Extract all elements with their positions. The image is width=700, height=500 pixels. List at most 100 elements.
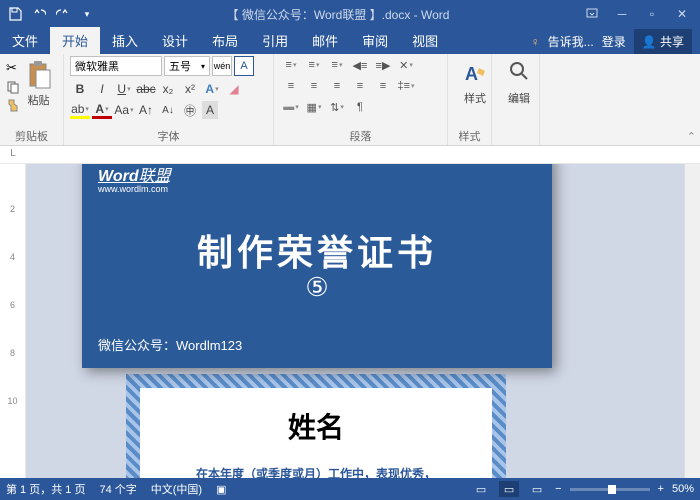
multilevel-icon[interactable]: ≡ (326, 56, 348, 74)
font-group: 微软雅黑 五号▾ wén A B I U abc x₂ x² A ◢ ab A … (64, 54, 274, 145)
overlay-footer: 微信公众号：Wordlm123 (98, 335, 242, 354)
login-link[interactable]: 登录 (602, 33, 626, 50)
phonetic-guide-icon[interactable]: wén (212, 56, 232, 76)
tell-me[interactable]: 告诉我... (548, 33, 594, 50)
qat-dropdown-icon[interactable]: ▾ (76, 3, 98, 25)
bold-icon[interactable]: B (70, 80, 90, 98)
tab-layout[interactable]: 布局 (200, 27, 250, 54)
sort-icon[interactable]: ⇅ (326, 98, 348, 116)
read-mode-icon[interactable]: ▭ (471, 481, 491, 497)
window-controls: ─ ▫ ✕ (578, 3, 696, 25)
align-center-icon[interactable]: ≡ (303, 77, 325, 95)
print-layout-icon[interactable]: ▭ (499, 481, 519, 497)
vertical-ruler[interactable]: 2 4 6 8 10 (0, 164, 26, 478)
collapse-ribbon-icon[interactable]: ⌃ (687, 130, 696, 143)
shrink-font-icon[interactable]: A↓ (158, 101, 178, 119)
strikethrough-icon[interactable]: abc (136, 80, 156, 98)
editing-button[interactable]: 编辑 (498, 56, 540, 106)
tell-me-icon: ♀ (531, 35, 540, 49)
enclose-char-icon[interactable]: ㊥ (180, 101, 200, 119)
word-count[interactable]: 74 个字 (99, 481, 136, 497)
web-layout-icon[interactable]: ▭ (527, 481, 547, 497)
maximize-icon[interactable]: ▫ (638, 3, 666, 25)
tab-mailings[interactable]: 邮件 (300, 27, 350, 54)
decrease-indent-icon[interactable]: ◀≡ (349, 56, 371, 74)
char-shading2-icon[interactable]: A (202, 101, 218, 119)
save-icon[interactable] (4, 3, 26, 25)
close-icon[interactable]: ✕ (668, 3, 696, 25)
tab-view[interactable]: 视图 (400, 27, 450, 54)
bullets-icon[interactable]: ≡ (280, 56, 302, 74)
align-right-icon[interactable]: ≡ (326, 77, 348, 95)
zoom-level[interactable]: 50% (672, 483, 694, 495)
cut-icon[interactable]: ✂ (6, 60, 20, 76)
undo-icon[interactable] (28, 3, 50, 25)
titlebar: ▾ 【 微信公众号：Word联盟 】.docx - Word ─ ▫ ✕ (0, 0, 700, 28)
font-name-select[interactable]: 微软雅黑 (70, 56, 162, 76)
borders-icon[interactable]: ▦ (303, 98, 325, 116)
tab-home[interactable]: 开始 (50, 27, 100, 54)
splash-overlay: Word联盟 www.wordlm.com 制作荣誉证书 ⑤ 微信公众号：Wor… (82, 164, 552, 368)
paste-icon (26, 60, 52, 90)
zoom-in-icon[interactable]: + (658, 483, 664, 495)
certificate-page[interactable]: 姓名 在本年度（或季度或月）工作中，表现优秀， 成绩突出，被评为***公司（企业… (126, 374, 506, 478)
overlay-url: www.wordlm.com (98, 182, 168, 194)
redo-icon[interactable] (52, 3, 74, 25)
zoom-out-icon[interactable]: − (555, 483, 561, 495)
page-indicator[interactable]: 第 1 页，共 1 页 (6, 481, 85, 497)
numbering-icon[interactable]: ≡ (303, 56, 325, 74)
share-button[interactable]: 👤 共享 (634, 29, 692, 54)
tab-file[interactable]: 文件 (0, 27, 50, 54)
shading-icon[interactable]: ▬ (280, 98, 302, 116)
ribbon-options-icon[interactable] (578, 3, 606, 25)
clear-format-eraser-icon[interactable]: ◢ (224, 80, 244, 98)
italic-icon[interactable]: I (92, 80, 112, 98)
paste-button[interactable]: 粘贴 (20, 56, 57, 112)
line-spacing-icon[interactable]: ‡≡ (395, 77, 417, 95)
highlight-icon[interactable]: ab (70, 101, 90, 119)
quick-access-toolbar: ▾ (4, 3, 98, 25)
char-shading-icon[interactable]: Aa (114, 101, 134, 119)
asian-layout-icon[interactable]: ✕ (395, 56, 417, 74)
vertical-scrollbar[interactable] (684, 164, 700, 478)
justify-icon[interactable]: ≡ (349, 77, 371, 95)
svg-text:A: A (465, 64, 478, 84)
show-marks-icon[interactable]: ¶ (349, 98, 371, 116)
font-color-icon[interactable]: A (92, 101, 112, 119)
grow-font-icon[interactable]: A↑ (136, 101, 156, 119)
zoom-slider[interactable] (570, 488, 650, 491)
clipboard-group: ✂ 粘贴 剪贴板 (0, 54, 64, 145)
minimize-icon[interactable]: ─ (608, 3, 636, 25)
tab-review[interactable]: 审阅 (350, 27, 400, 54)
page-canvas[interactable]: Word联盟 www.wordlm.com 制作荣誉证书 ⑤ 微信公众号：Wor… (26, 164, 684, 478)
text-effects-icon[interactable]: A (202, 80, 222, 98)
overlay-number: ⑤ (82, 272, 552, 303)
language-indicator[interactable]: 中文(中国) (151, 481, 202, 497)
styles-icon: A (461, 60, 489, 88)
subscript-icon[interactable]: x₂ (158, 80, 178, 98)
styles-button[interactable]: A 样式 (454, 56, 496, 106)
tab-design[interactable]: 设计 (150, 27, 200, 54)
font-size-select[interactable]: 五号▾ (164, 56, 210, 76)
distribute-icon[interactable]: ≡ (372, 77, 394, 95)
statusbar: 第 1 页，共 1 页 74 个字 中文(中国) ▣ ▭ ▭ ▭ − + 50% (0, 478, 700, 500)
copy-icon[interactable] (6, 80, 20, 94)
superscript-icon[interactable]: x² (180, 80, 200, 98)
editing-group: 编辑 (492, 54, 540, 145)
cert-body: 在本年度（或季度或月）工作中，表现优秀， 成绩突出，被评为***公司（企业）**… (150, 464, 482, 478)
document-area: 2 4 6 8 10 Word联盟 www.wordlm.com 制作荣誉证书 … (0, 164, 700, 478)
underline-icon[interactable]: U (114, 80, 134, 98)
overlay-title: 制作荣誉证书 (82, 224, 552, 276)
character-border-icon[interactable]: A (234, 56, 254, 76)
align-left-icon[interactable]: ≡ (280, 77, 302, 95)
format-painter-icon[interactable] (6, 98, 20, 112)
tab-insert[interactable]: 插入 (100, 27, 150, 54)
document-title: 【 微信公众号：Word联盟 】.docx - Word (98, 6, 578, 23)
find-icon (508, 60, 530, 88)
tab-references[interactable]: 引用 (250, 27, 300, 54)
ribbon: ✂ 粘贴 剪贴板 微软雅黑 五号▾ wén A B I U abc x₂ x² … (0, 54, 700, 146)
paragraph-group: ≡ ≡ ≡ ◀≡ ≡▶ ✕ ≡ ≡ ≡ ≡ ≡ ‡≡ ▬ ▦ ⇅ ¶ 段落 (274, 54, 448, 145)
macro-icon[interactable]: ▣ (216, 483, 226, 496)
increase-indent-icon[interactable]: ≡▶ (372, 56, 394, 74)
ribbon-tabs: 文件 开始 插入 设计 布局 引用 邮件 审阅 视图 ♀ 告诉我... 登录 👤… (0, 28, 700, 54)
